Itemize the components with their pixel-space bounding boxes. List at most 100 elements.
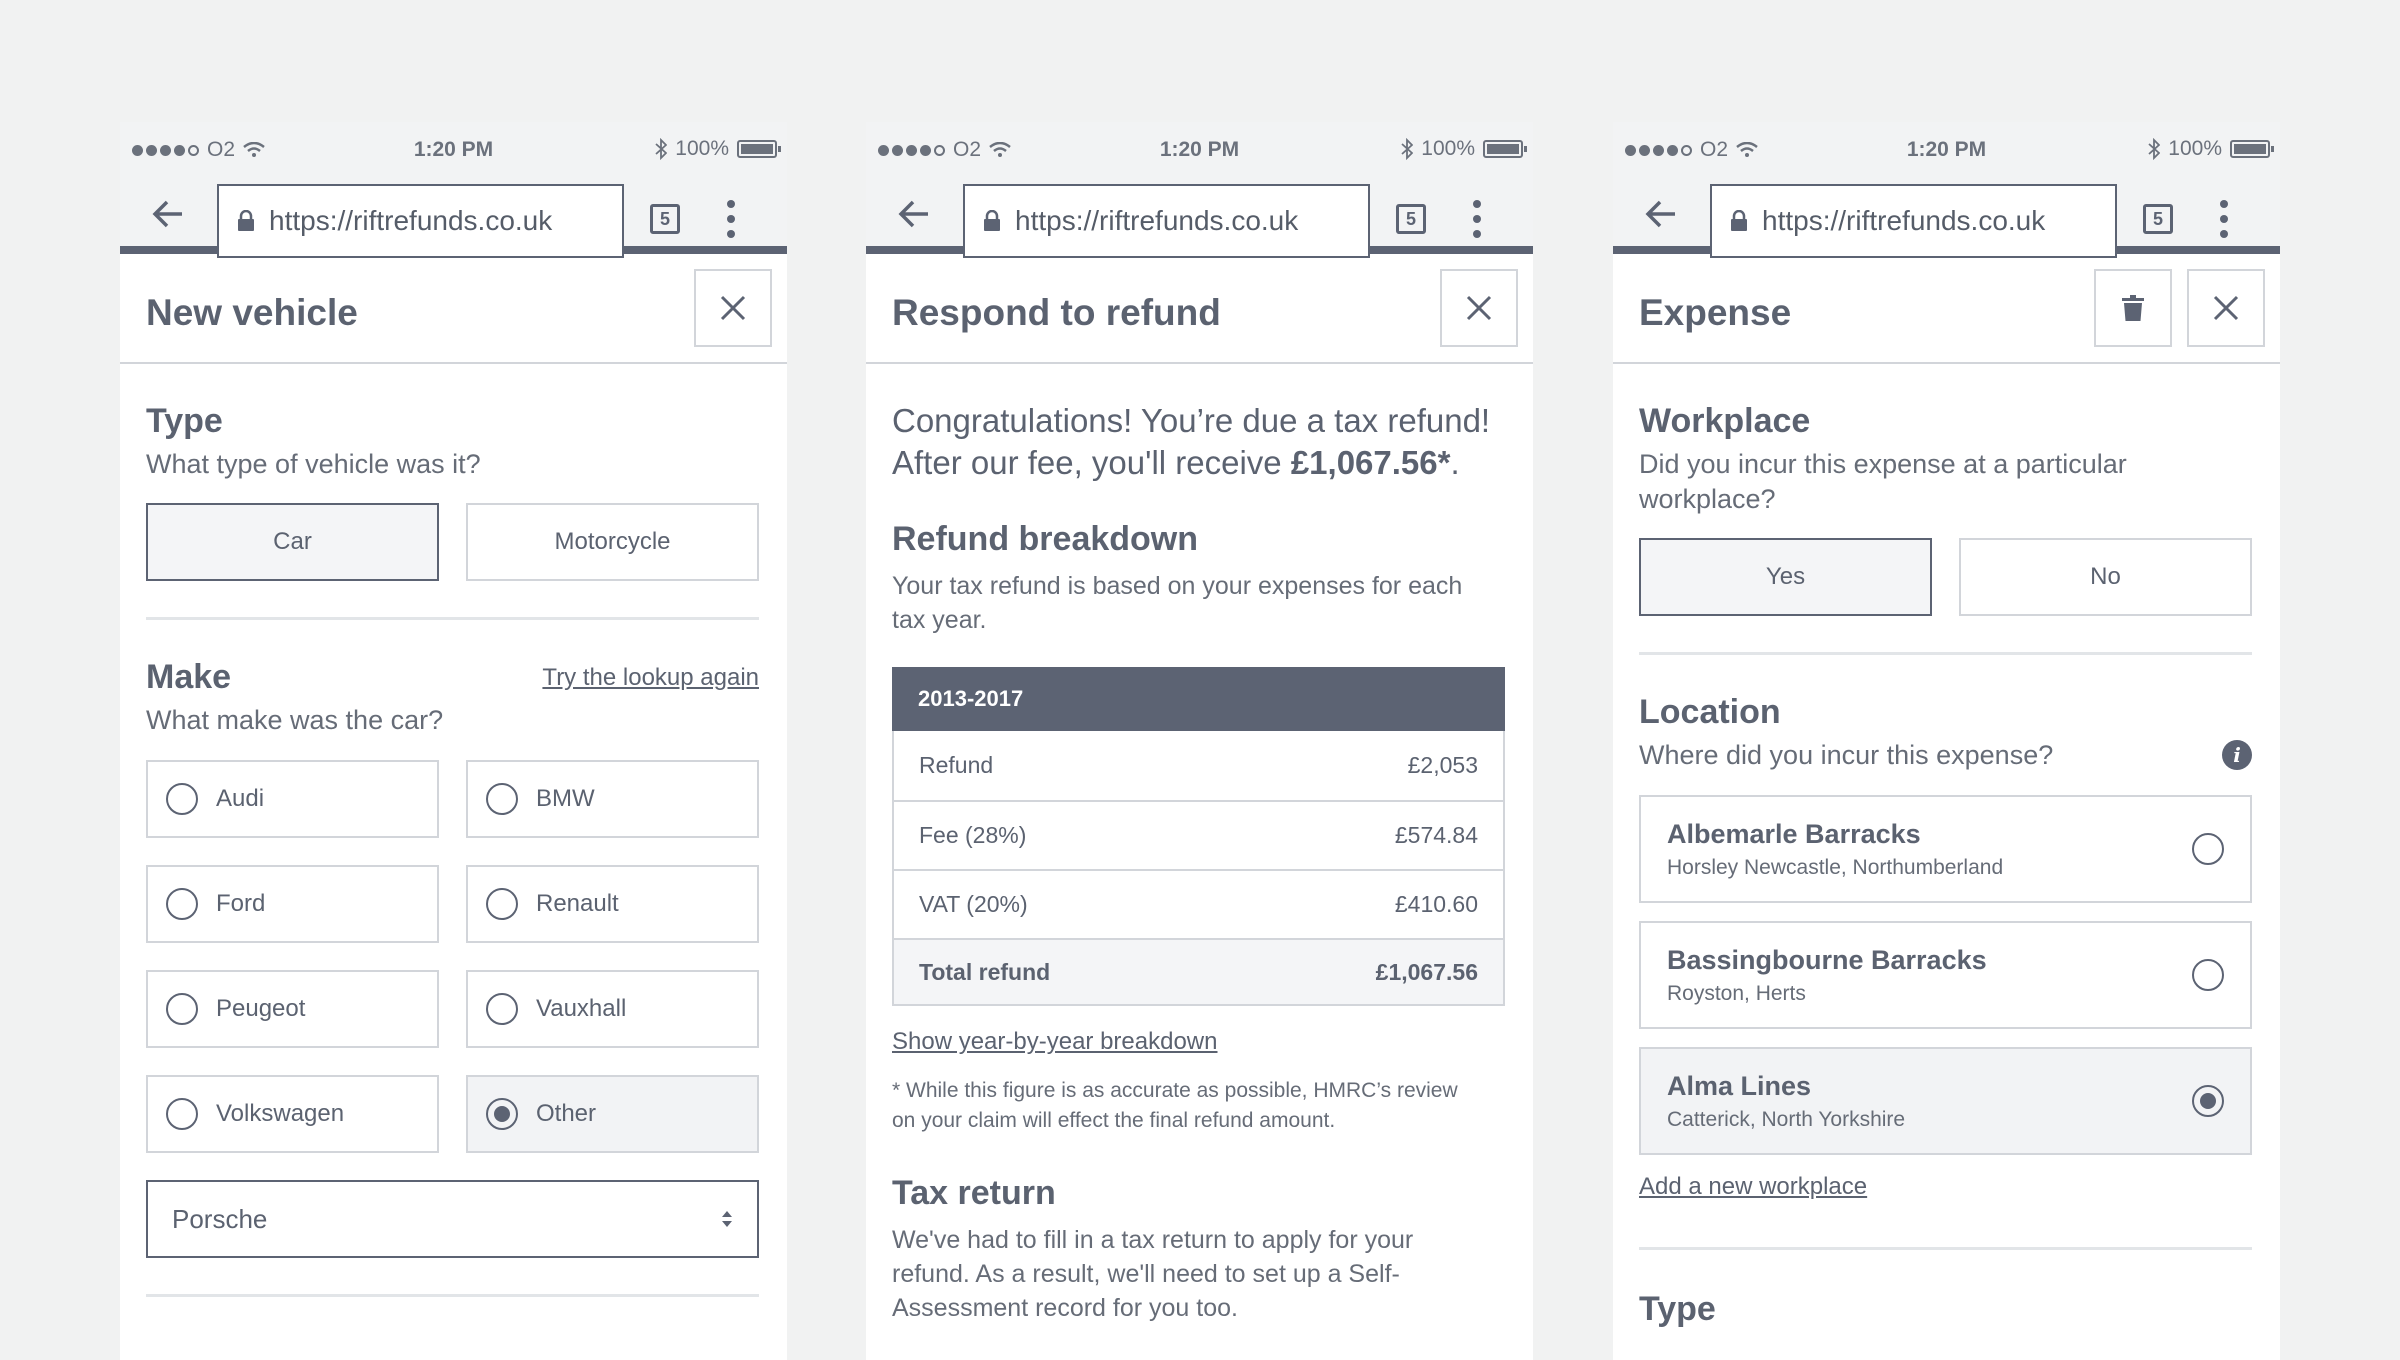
text-line: refund. As a result, we'll need to set u… — [892, 1260, 1400, 1288]
make-option-peugeot[interactable]: Peugeot — [146, 970, 439, 1048]
modal-header: New vehicle — [120, 254, 787, 364]
question-line: workplace? — [1639, 484, 1776, 514]
radio-selected-icon — [486, 1098, 518, 1130]
text-line: We've had to fill in a tax return to app… — [892, 1226, 1414, 1254]
location-option[interactable]: Albemarle Barracks Horsley Newcastle, No… — [1639, 795, 2252, 903]
modal-header: Respond to refund — [866, 254, 1533, 364]
location-address: Catterick, North Yorkshire — [1667, 1108, 1906, 1131]
bluetooth-icon — [1401, 138, 1414, 160]
lookup-again-link[interactable]: Try the lookup again — [542, 664, 759, 692]
tabs-icon[interactable]: 5 — [650, 204, 680, 234]
description-line: Your tax refund is based on your expense… — [892, 572, 1463, 600]
more-vert-icon[interactable] — [2219, 200, 2229, 238]
option-label: Audi — [216, 785, 265, 812]
location-option[interactable]: Bassingbourne Barracks Royston, Herts — [1639, 921, 2252, 1029]
close-button[interactable] — [694, 269, 772, 347]
other-make-select[interactable]: Porsche — [146, 1180, 759, 1258]
add-workplace-link[interactable]: Add a new workplace — [1639, 1173, 1867, 1200]
make-option-bmw[interactable]: BMW — [466, 760, 759, 838]
modal-header: Expense — [1613, 254, 2280, 364]
location-question: Where did you incur this expense? — [1639, 740, 2054, 770]
back-arrow-icon[interactable] — [894, 194, 934, 234]
workplace-heading: Workplace — [1639, 402, 1811, 440]
lock-icon — [238, 210, 254, 231]
tax-return-heading: Tax return — [892, 1174, 1056, 1212]
make-option-renault[interactable]: Renault — [466, 865, 759, 943]
make-option-vauxhall[interactable]: Vauxhall — [466, 970, 759, 1048]
battery-label: 100% — [2168, 137, 2222, 160]
battery-icon — [2230, 140, 2274, 158]
more-vert-icon[interactable] — [1472, 200, 1482, 238]
option-label: Other — [536, 1100, 597, 1127]
table-header: 2013-2017 — [892, 667, 1505, 731]
row-label: Fee (28%) — [919, 822, 1027, 848]
form-content: Type What type of vehicle was it? Car Mo… — [120, 364, 787, 1297]
url-bar[interactable]: https://riftrefunds.co.uk — [963, 184, 1370, 258]
tabs-icon[interactable]: 5 — [2143, 204, 2173, 234]
info-icon[interactable]: i — [2222, 740, 2252, 770]
workplace-option-yes[interactable]: Yes — [1639, 538, 1932, 616]
refund-amount: £1,067.56* — [1290, 444, 1451, 481]
radio-selected-icon — [2192, 1085, 2224, 1117]
workplace-selector: Yes No — [1639, 538, 2252, 616]
browser-toolbar: https://riftrefunds.co.uk 5 — [1613, 176, 2280, 258]
intro-line-1: Congratulations! You’re due a tax refund… — [892, 402, 1491, 439]
battery-label: 100% — [1421, 137, 1475, 160]
year-breakdown-link[interactable]: Show year-by-year breakdown — [892, 1028, 1218, 1055]
select-value: Porsche — [172, 1203, 268, 1234]
vehicle-type-selector: Car Motorcycle — [146, 503, 759, 581]
location-list: Albemarle Barracks Horsley Newcastle, No… — [1639, 795, 2252, 1155]
row-label: VAT (20%) — [919, 891, 1028, 917]
location-address: Horsley Newcastle, Northumberland — [1667, 856, 2004, 879]
close-icon — [720, 295, 746, 321]
radio-icon — [486, 888, 518, 920]
table-row: Refund £2,053 — [894, 731, 1503, 800]
status-bar: O2 1:20 PM 100% — [866, 122, 1533, 176]
close-button[interactable] — [2187, 269, 2265, 347]
row-value: £1,067.56 — [1375, 958, 1478, 985]
close-icon — [2213, 295, 2239, 321]
description-line: tax year. — [892, 606, 987, 634]
table-total-row: Total refund £1,067.56 — [894, 938, 1503, 1004]
intro-text: After our fee, you'll receive — [892, 444, 1291, 481]
question-line: Did you incur this expense at a particul… — [1639, 449, 2127, 479]
workplace-option-no[interactable]: No — [1959, 538, 2252, 616]
radio-icon — [166, 993, 198, 1025]
page-title: Respond to refund — [892, 292, 1221, 333]
make-option-audi[interactable]: Audi — [146, 760, 439, 838]
tabs-icon[interactable]: 5 — [1396, 204, 1426, 234]
refund-breakdown-table: 2013-2017 Refund £2,053 Fee (28%) £574.84 … — [892, 667, 1505, 1006]
location-address: Royston, Herts — [1667, 982, 1806, 1005]
make-question: What make was the car? — [146, 705, 444, 735]
delete-button[interactable] — [2094, 269, 2172, 347]
trash-icon — [2122, 295, 2144, 321]
radio-icon — [486, 783, 518, 815]
browser-toolbar: https://riftrefunds.co.uk 5 — [120, 176, 787, 258]
footnote-line: on your claim will effect the final refu… — [892, 1109, 1336, 1132]
make-option-ford[interactable]: Ford — [146, 865, 439, 943]
url-bar[interactable]: https://riftrefunds.co.uk — [1710, 184, 2117, 258]
back-arrow-icon[interactable] — [148, 194, 188, 234]
make-option-other[interactable]: Other — [466, 1075, 759, 1153]
more-vert-icon[interactable] — [726, 200, 736, 238]
option-label: BMW — [536, 785, 595, 812]
location-question-row: Where did you incur this expense? i — [1639, 738, 2252, 773]
battery-icon — [737, 140, 781, 158]
location-option-selected[interactable]: Alma Lines Catterick, North Yorkshire — [1639, 1047, 2252, 1155]
phone-new-vehicle: O2 1:20 PM 100% https://riftrefunds.co.u… — [120, 122, 787, 1360]
type-option-car[interactable]: Car — [146, 503, 439, 581]
battery-icon — [1483, 140, 1527, 158]
location-name: Albemarle Barracks — [1667, 819, 1921, 849]
back-arrow-icon[interactable] — [1641, 194, 1681, 234]
bluetooth-icon — [2148, 138, 2161, 160]
make-option-volkswagen[interactable]: Volkswagen — [146, 1075, 439, 1153]
close-button[interactable] — [1440, 269, 1518, 347]
option-label: Peugeot — [216, 995, 306, 1022]
make-options: Audi BMW Ford Renault Peugeot Vauxhall V… — [146, 760, 759, 1153]
url-bar[interactable]: https://riftrefunds.co.uk — [217, 184, 624, 258]
refund-footnote: * While this figure is as accurate as po… — [892, 1076, 1505, 1136]
tax-return-text: We've had to fill in a tax return to app… — [892, 1223, 1505, 1325]
option-label: Ford — [216, 890, 266, 917]
phone-expense: O2 1:20 PM 100% https://riftrefunds.co.u… — [1613, 122, 2280, 1360]
type-option-motorcycle[interactable]: Motorcycle — [466, 503, 759, 581]
